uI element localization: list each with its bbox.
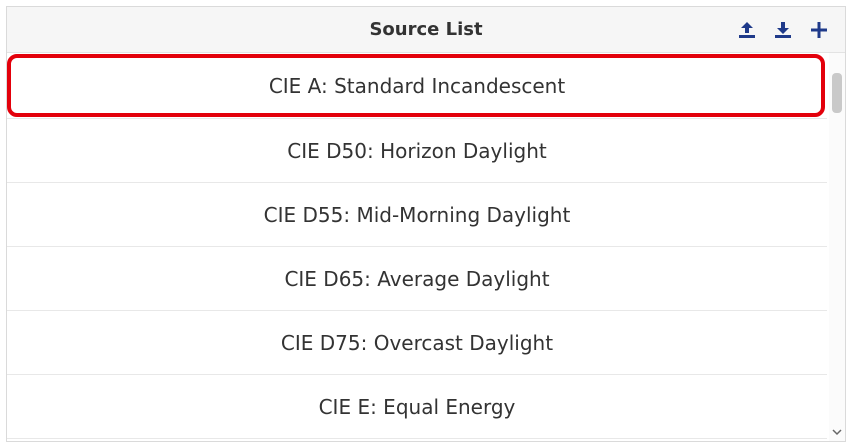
list-item-label: CIE A: Standard Incandescent: [268, 74, 566, 98]
list-item-cie-d65[interactable]: CIE D65: Average Daylight: [7, 247, 827, 311]
download-button[interactable]: [771, 18, 795, 42]
list-item-label: CIE E: Equal Energy: [318, 395, 516, 419]
list-item-cie-d55[interactable]: CIE D55: Mid-Morning Daylight: [7, 183, 827, 247]
upload-button[interactable]: [735, 18, 759, 42]
source-list-header: Source List: [7, 7, 845, 53]
list-item-label: CIE D50: Horizon Daylight: [287, 139, 547, 163]
list-item-label: CIE D65: Average Daylight: [284, 267, 550, 291]
plus-icon: [811, 22, 827, 38]
source-list: CIE A: Standard Incandescent CIE D50: Ho…: [7, 53, 827, 439]
scroll-down-arrow[interactable]: [832, 427, 842, 437]
list-item-cie-d50[interactable]: CIE D50: Horizon Daylight: [7, 119, 827, 183]
upload-icon: [739, 22, 755, 38]
source-list-title: Source List: [369, 19, 483, 40]
source-list-panel: Source List CIE A: Standard Incandescent…: [6, 6, 846, 442]
vertical-scrollbar[interactable]: [829, 53, 845, 441]
download-icon: [775, 22, 791, 38]
list-item-cie-e[interactable]: CIE E: Equal Energy: [7, 375, 827, 439]
list-item-label: CIE D75: Overcast Daylight: [280, 331, 554, 355]
source-list-scroll-area[interactable]: CIE A: Standard Incandescent CIE D50: Ho…: [7, 53, 845, 441]
list-item-cie-d75[interactable]: CIE D75: Overcast Daylight: [7, 311, 827, 375]
scrollbar-thumb[interactable]: [832, 73, 842, 113]
chevron-down-icon: [832, 429, 842, 436]
add-source-button[interactable]: [807, 18, 831, 42]
list-item-label: CIE D55: Mid-Morning Daylight: [263, 203, 571, 227]
header-actions: [735, 17, 831, 43]
list-item-cie-a[interactable]: CIE A: Standard Incandescent: [7, 53, 827, 119]
